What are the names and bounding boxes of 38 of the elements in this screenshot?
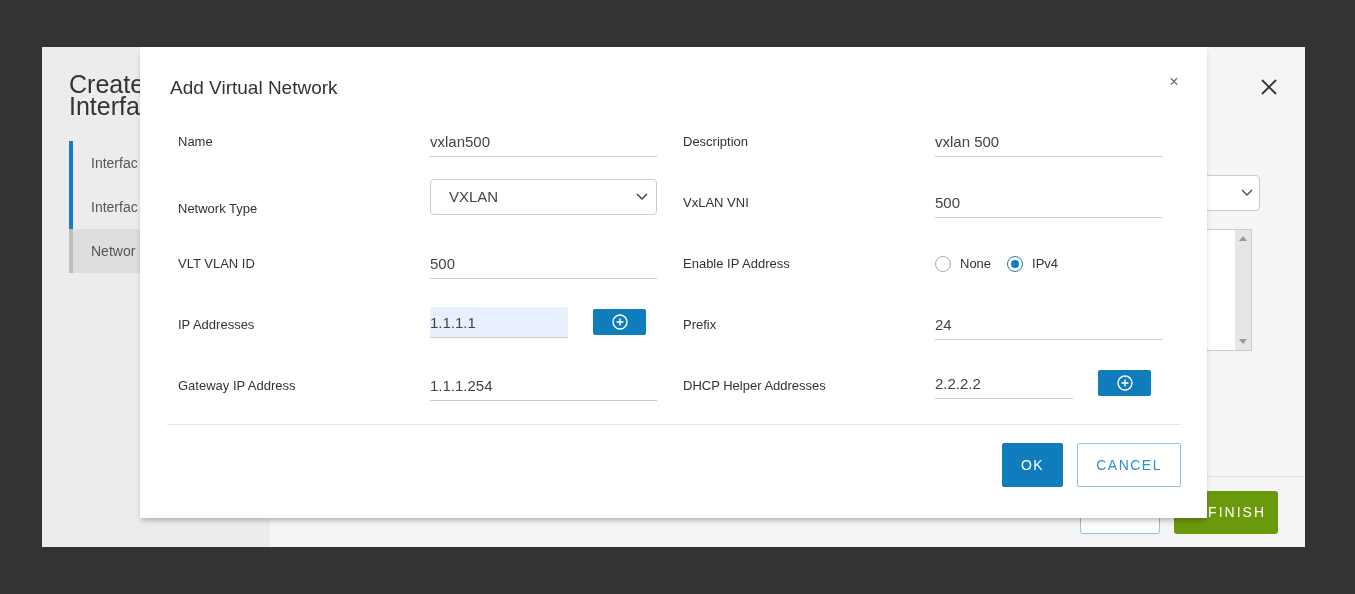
radio-option[interactable]: None [935,255,992,272]
dialog-title: Add Virtual Network [169,77,338,99]
field-label: Network Type [178,201,258,216]
field-label: Description [683,134,749,149]
scrollbar[interactable] [1235,230,1251,350]
chevron-down-icon [636,192,648,201]
radio-option[interactable]: IPv4 [1007,255,1059,272]
scroll-up-icon[interactable] [1239,236,1247,241]
field-label: Name [178,134,213,149]
radio-label: IPv4 [1032,256,1059,271]
field-label: DHCP Helper Addresses [683,378,826,393]
text-field[interactable]: 2.2.2.2 [935,368,1073,399]
text-field[interactable]: 500 [935,187,1162,218]
radio-label: None [960,256,992,271]
plus-circle-icon [1116,374,1133,391]
wizard-title: Create [68,73,145,95]
add-button[interactable] [593,308,646,335]
network-type-select[interactable]: VXLAN [430,178,657,215]
chevron-down-icon [1241,189,1253,197]
add-button[interactable] [1098,369,1151,396]
close-button[interactable]: × [1167,75,1181,89]
field-label: VLT VLAN ID [178,256,255,271]
field-label: VxLAN VNI [683,195,749,210]
text-field[interactable]: 500 [430,248,657,279]
field-label: Enable IP Address [683,256,790,271]
scroll-down-icon[interactable] [1239,339,1247,344]
wizard-title: Interfa [68,95,140,117]
plus-circle-icon [611,313,628,330]
field-label: Gateway IP Address [178,378,296,393]
text-field[interactable]: 24 [935,309,1162,340]
text-field[interactable]: vxlan500 [430,126,657,157]
cancel-button[interactable]: CANCEL [1077,443,1181,487]
text-field[interactable]: 1.1.1.254 [430,370,657,401]
ok-button[interactable]: OK [1001,443,1064,487]
field-label: Prefix [683,317,717,332]
text-field[interactable]: vxlan 500 [935,126,1162,157]
field-label: IP Addresses [178,317,255,332]
text-field[interactable]: 1.1.1.1 [430,307,568,338]
